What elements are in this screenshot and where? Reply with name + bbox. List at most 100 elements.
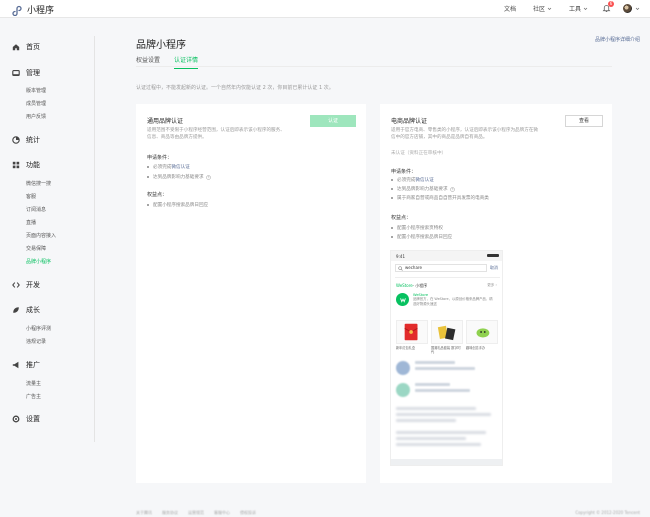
phone-bottom <box>391 459 502 465</box>
phone-brand-row: WeStore 品牌官方，在 WeStore，以原创价格来品牌产品，精选好物源头… <box>396 293 493 307</box>
sidebar-item-traffic-owner[interactable]: 流量主 <box>26 380 41 387</box>
top-bar: 小程序 文档 社区 工具 6 <box>0 0 650 18</box>
sidebar-item-brand-mini-program[interactable]: 品牌小程序 <box>26 258 51 265</box>
sidebar-item-develop[interactable]: 开发 <box>12 280 40 290</box>
ecommerce-brand-card: 电商品牌认证 适用于官方电商、零售类的小程序，认证后即表示该小程序为品牌方在微信… <box>380 104 612 483</box>
tabs-divider <box>136 66 612 67</box>
sidebar-item-advertiser[interactable]: 广告主 <box>26 393 41 400</box>
settings-icon <box>12 415 20 423</box>
sidebar: 首页 管理 版本管理 成员管理 用户反馈 统计 功能 微信搜一搜 客服 订阅消息… <box>0 18 94 517</box>
chevron-down-icon[interactable] <box>635 6 640 11</box>
sidebar-item-violation-record[interactable]: 违规记录 <box>26 338 46 345</box>
ecommerce-benefit-search-page: 配置小程序搜索页特权 <box>391 225 443 231</box>
help-icon[interactable] <box>449 186 455 192</box>
sidebar-item-evaluation[interactable]: 小程序评测 <box>26 325 51 332</box>
sidebar-item-stats[interactable]: 统计 <box>12 135 40 145</box>
red-envelope-icon <box>404 323 418 341</box>
notification-button[interactable]: 6 <box>602 1 614 13</box>
footer-link[interactable]: 侵权投诉 <box>240 510 256 516</box>
blurred-result <box>396 431 496 449</box>
footer-link[interactable]: 运营规范 <box>188 510 204 516</box>
footer-copyright: Copyright © 2012-2020 Tencent <box>575 510 640 515</box>
general-brand-title: 通用品牌认证 <box>147 118 184 125</box>
sidebar-item-live[interactable]: 直播 <box>26 219 36 226</box>
blurred-result <box>396 361 475 375</box>
phone-product: 趣味创意手办 <box>466 320 498 354</box>
growth-icon <box>13 307 19 313</box>
promote-icon <box>12 361 19 369</box>
brand-logo-icon <box>396 293 409 306</box>
sidebar-item-subscribe-message[interactable]: 订阅消息 <box>26 206 46 213</box>
app-logo[interactable]: 小程序 <box>12 3 54 16</box>
stats-icon <box>12 136 20 144</box>
sidebar-item-home[interactable]: 首页 <box>12 42 40 52</box>
ecommerce-condition-wechat-certification: 必须完成 微信认证 <box>391 177 434 183</box>
ecommerce-condition-brand-influence: 达到品牌影响力基础要求 <box>391 186 455 192</box>
footer-links: 关于腾讯 服务协议 运营规范 客服中心 侵权投诉 <box>136 510 266 516</box>
user-avatar[interactable] <box>623 4 632 13</box>
phone-tab-line <box>395 277 500 278</box>
certify-button[interactable]: 认证 <box>310 115 356 127</box>
condition-brand-influence: 达到品牌影响力基础要求 <box>147 174 211 180</box>
benefits-title: 权益点： <box>147 192 168 198</box>
general-brand-card: 通用品牌认证 适用范围不受限于小程序经营范围，认证后即表示该小程序的服务、信息、… <box>136 104 366 483</box>
phone-product: 新年红包礼盒 <box>396 320 428 354</box>
ecommerce-status: 未认证（资料正在审核中） <box>391 151 447 156</box>
ecommerce-conditions-title: 申请条件： <box>391 169 417 175</box>
ecommerce-wechat-certification-link[interactable]: 微信认证 <box>415 177 433 183</box>
view-button[interactable]: 查看 <box>565 115 603 127</box>
sidebar-item-wechat-search[interactable]: 微信搜一搜 <box>26 180 51 187</box>
phone-product: 国潮礼品套装 数字时代 <box>431 320 463 354</box>
phone-search-query: wechare <box>405 265 422 270</box>
sidebar-item-promote[interactable]: 推广 <box>12 360 40 370</box>
general-brand-desc: 适用范围不受限于小程序经营范围，认证后即表示该小程序的服务、信息、商品等由品牌方… <box>147 128 285 140</box>
chevron-down-icon <box>547 7 552 10</box>
docs-link[interactable]: 文档 <box>504 4 516 13</box>
phone-time: 9:41 <box>396 254 405 259</box>
phone-status-bar: 9:41 <box>391 251 502 261</box>
mini-program-logo-icon <box>12 5 22 16</box>
sidebar-item-user-feedback[interactable]: 用户反馈 <box>26 113 46 120</box>
sidebar-item-function[interactable]: 功能 <box>12 160 40 170</box>
sidebar-item-trade-guarantee[interactable]: 交易保障 <box>26 245 46 252</box>
home-icon <box>12 44 20 51</box>
chevron-down-icon <box>583 7 588 10</box>
benefit-search-brand: 配置小程序搜索品牌日回应 <box>147 202 208 208</box>
search-icon <box>398 266 403 271</box>
battery-icon <box>487 254 499 257</box>
sidebar-item-page-content[interactable]: 页面内容接入 <box>26 232 56 239</box>
ecommerce-brand-desc: 适用于官方电商、零售类的小程序，认证后即表示该小程序为品牌方在微信中的官方店铺，… <box>391 128 539 140</box>
phone-cancel: 取消 <box>490 265 498 270</box>
toy-icon <box>476 328 490 338</box>
help-icon[interactable] <box>205 174 211 180</box>
tools-menu[interactable]: 工具 <box>569 4 588 13</box>
sidebar-item-customer-service[interactable]: 客服 <box>26 193 36 200</box>
certification-notice: 认证过程中，不能发起新的认证。一个自然年内仅能认证 2 次，你目前已累计认证 1… <box>136 85 334 91</box>
community-menu[interactable]: 社区 <box>533 4 552 13</box>
phone-brand-desc: 品牌官方，在 WeStore，以原创价格来品牌产品，精选好物源头速送 <box>413 297 493 306</box>
brand-detail-link[interactable]: 品牌小程序详细介绍 <box>595 36 640 43</box>
phone-search-box: wechare <box>395 264 487 272</box>
sidebar-item-growth[interactable]: 成长 <box>12 305 40 315</box>
ecommerce-benefit-search-brand: 配置小程序搜索品牌日回应 <box>391 234 452 240</box>
gift-set-icon <box>437 325 456 341</box>
code-icon <box>12 282 20 288</box>
app-name: 小程序 <box>27 6 55 16</box>
footer-link[interactable]: 关于腾讯 <box>136 510 152 516</box>
phone-preview: 9:41 wechare 取消 WeStore· 小程序 更多 › WeStor… <box>390 250 503 466</box>
sidebar-item-version-manage[interactable]: 版本管理 <box>26 87 46 94</box>
sidebar-item-manage[interactable]: 管理 <box>12 68 40 78</box>
wechat-certification-link[interactable]: 微信认证 <box>171 164 189 170</box>
sidebar-item-member-manage[interactable]: 成员管理 <box>26 100 46 107</box>
page-title: 品牌小程序 <box>136 40 186 51</box>
footer-link[interactable]: 服务协议 <box>162 510 178 516</box>
function-icon <box>12 161 20 169</box>
blurred-result <box>396 383 470 397</box>
ecommerce-brand-title: 电商品牌认证 <box>391 118 428 125</box>
phone-more: 更多 › <box>487 283 497 287</box>
conditions-title: 申请条件： <box>147 155 173 161</box>
ecommerce-condition-self-operated: 属于商家自营或商品自自营开具发票的电商类 <box>391 195 489 201</box>
footer-link[interactable]: 客服中心 <box>214 510 230 516</box>
sidebar-item-settings[interactable]: 设置 <box>12 414 40 424</box>
ecommerce-benefits-title: 权益点： <box>391 215 412 221</box>
